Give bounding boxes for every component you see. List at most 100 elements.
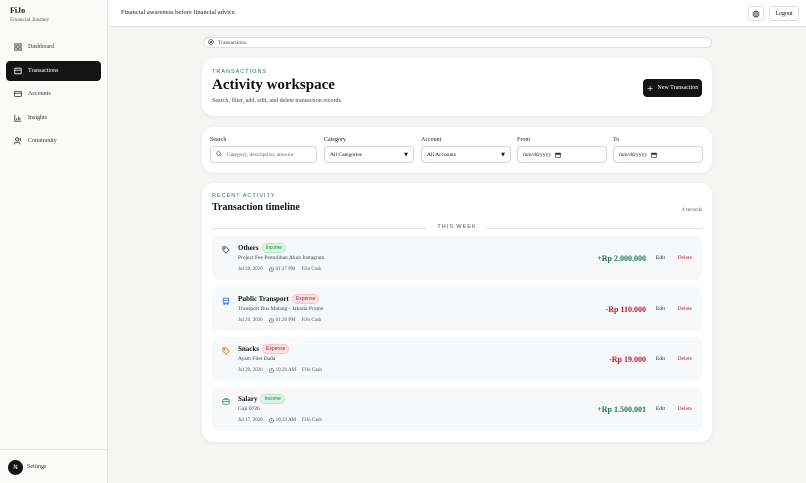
sidebar-nav: Dashboard Transactions Accounts Insights…	[6, 37, 101, 155]
search-filter: Search Category, description, amount	[210, 137, 317, 163]
sidebar-item-transactions[interactable]: Transactions	[6, 60, 101, 81]
transaction-category: Salary	[238, 395, 258, 403]
sidebar-item-dashboard[interactable]: Dashboard	[6, 37, 101, 57]
transaction-description: Project Fee Pemulihan Akun Instagram	[238, 255, 325, 261]
sidebar-item-community[interactable]: Community	[6, 131, 101, 151]
transaction-meta: Jul 20, 2026 01:26 PM FiJo Cash	[238, 318, 321, 323]
transaction-row[interactable]: Others Income Project Fee Pemulihan Akun …	[212, 236, 702, 280]
transaction-date: Jul 20, 2026	[238, 318, 263, 323]
transaction-amount: +Rp 1.500.001	[597, 405, 646, 414]
page-subtitle: Search, filter, add, edit, and delete tr…	[212, 98, 343, 104]
transaction-category: Snacks	[238, 345, 260, 353]
delete-button[interactable]: Delete	[678, 356, 692, 362]
search-input[interactable]: Category, description, amount	[210, 146, 317, 163]
sidebar-item-label: Accounts	[28, 91, 51, 97]
topbar: Financial awareness before financial adv…	[108, 0, 806, 27]
sidebar-item-label: Community	[28, 138, 57, 144]
transaction-row[interactable]: Salary Income Gaji 0726 Jul 17, 2026 10:2…	[212, 387, 702, 431]
page-title: Activity workspace	[212, 77, 335, 93]
transaction-category: Others	[238, 244, 259, 252]
to-date-input[interactable]: mm/dd/yyyy	[613, 146, 703, 163]
compass-icon	[208, 39, 215, 46]
transaction-account: FiJo Cash	[302, 418, 322, 423]
record-count: 4 records	[681, 207, 702, 213]
chevron-down-icon: ▼	[404, 151, 408, 158]
from-date-input[interactable]: mm/dd/yyyy	[517, 146, 607, 163]
wallet-icon	[13, 66, 23, 76]
to-filter: To mm/dd/yyyy	[613, 137, 703, 163]
transaction-time: 10:23 AM	[275, 418, 297, 423]
plus-icon: +	[646, 83, 654, 93]
filters-card: Search Category, description, amount Cat…	[202, 127, 712, 173]
transaction-amount: -Rp 110.000	[605, 305, 646, 314]
chevron-down-icon: ▼	[501, 151, 505, 158]
account-value: All Accounts	[427, 151, 456, 158]
delete-button[interactable]: Delete	[678, 306, 692, 312]
settings-button[interactable]	[748, 6, 764, 21]
sidebar-item-label: Transactions	[28, 67, 59, 74]
sidebar-item-insights[interactable]: Insights	[6, 108, 101, 128]
transaction-meta: Jul 17, 2026 10:23 AM FiJo Cash	[238, 418, 322, 423]
sidebar-item-label: Dashboard	[28, 44, 54, 50]
transaction-account: FiJo Cash	[302, 368, 322, 373]
tag-icon	[221, 245, 231, 255]
clock-icon	[268, 368, 274, 373]
edit-button[interactable]: Edit	[656, 306, 665, 312]
to-placeholder: mm/dd/yyyy	[619, 151, 648, 158]
from-filter: From mm/dd/yyyy	[517, 137, 607, 163]
card-icon	[13, 89, 23, 99]
transaction-account: FiJo Cash	[301, 318, 322, 323]
category-label: Category	[324, 137, 346, 143]
clock-icon	[268, 418, 274, 423]
account-label: Account	[421, 137, 442, 143]
edit-button[interactable]: Edit	[656, 255, 665, 261]
edit-button[interactable]: Edit	[656, 356, 665, 362]
sidebar-item-label: Insights	[28, 114, 48, 121]
sidebar: FiJo Financial Journey Dashboard Transac…	[0, 0, 108, 483]
timeline-title: Transaction timeline	[212, 202, 300, 213]
transaction-row[interactable]: Public Transport Expense Transport Bus Ma…	[212, 287, 702, 331]
category-select[interactable]: All Categories ▼	[324, 146, 414, 163]
delete-button[interactable]: Delete	[678, 255, 692, 261]
transaction-category: Public Transport	[238, 295, 289, 303]
calendar-icon	[651, 152, 657, 158]
edit-button[interactable]: Edit	[656, 406, 665, 412]
transaction-meta: Jul 20, 2026 10:26 AM FiJo Cash	[238, 368, 322, 373]
breadcrumb-label: Transactions	[218, 39, 246, 46]
income-badge: Income	[261, 243, 287, 253]
gear-icon	[752, 9, 760, 18]
chart-icon	[13, 113, 23, 123]
users-icon	[13, 136, 23, 146]
transaction-time: 01:26 PM	[275, 318, 296, 323]
brand-name: FiJo	[10, 6, 26, 15]
to-label: To	[613, 137, 620, 143]
tag-icon	[221, 346, 231, 356]
from-placeholder: mm/dd/yyyy	[523, 151, 552, 158]
new-transaction-label: New Transaction	[657, 85, 699, 91]
timeline-eyebrow: RECENT ACTIVITY	[212, 193, 276, 199]
transaction-date: Jul 20, 2026	[238, 267, 263, 272]
dashboard-icon	[13, 42, 23, 52]
search-icon	[216, 151, 223, 158]
transaction-date: Jul 17, 2026	[238, 418, 263, 423]
delete-button[interactable]: Delete	[678, 406, 692, 412]
week-divider: THIS WEEK	[212, 224, 702, 232]
hero-card: TRANSACTIONS Activity workspace Search, …	[202, 58, 712, 116]
category-filter: Category All Categories ▼	[324, 137, 414, 163]
logout-button[interactable]: Logout	[769, 6, 799, 21]
account-filter: Account All Accounts ▼	[421, 137, 511, 163]
account-select[interactable]: All Accounts ▼	[421, 146, 511, 163]
expense-badge: Expense	[262, 344, 290, 354]
transaction-row[interactable]: Snacks Expense Ayam Filet Dada Jul 20, 20…	[212, 337, 702, 381]
category-value: All Categories	[330, 151, 362, 158]
brand[interactable]: FiJo Financial Journey	[10, 6, 49, 24]
transaction-name: Public Transport Expense	[238, 294, 320, 304]
transaction-time: 01:27 PM	[275, 267, 296, 272]
avatar[interactable]: N	[8, 460, 23, 475]
sidebar-item-accounts[interactable]: Accounts	[6, 84, 101, 104]
settings-link[interactable]: Settings	[27, 464, 46, 470]
bus-icon	[221, 296, 231, 306]
transaction-date: Jul 20, 2026	[238, 368, 263, 373]
new-transaction-button[interactable]: + New Transaction	[643, 79, 702, 97]
breadcrumb[interactable]: Transactions	[203, 37, 712, 48]
